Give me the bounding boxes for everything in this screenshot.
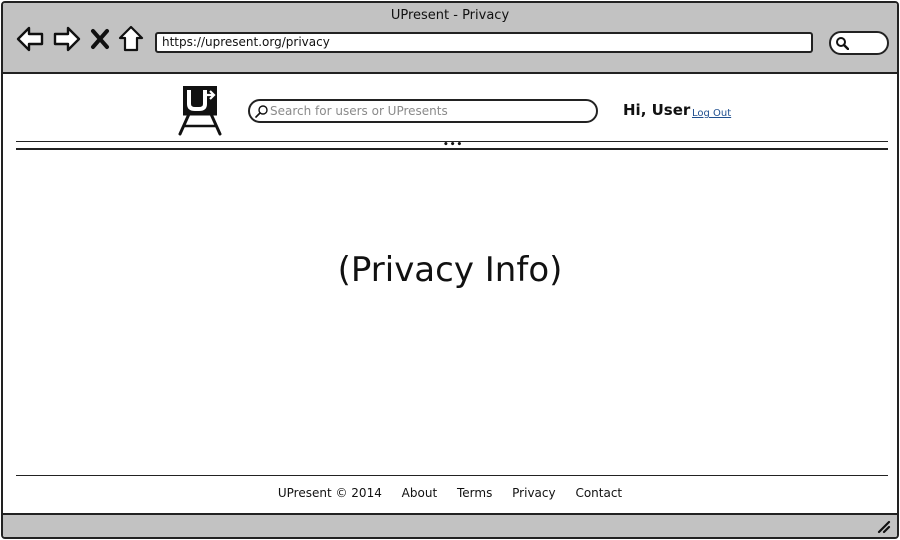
resize-grip-icon: [877, 520, 891, 534]
site-search-input[interactable]: [270, 102, 590, 120]
upresent-logo[interactable]: [175, 84, 225, 136]
resize-grip[interactable]: [877, 520, 891, 534]
home-icon: [118, 25, 144, 52]
header-divider-bottom: [16, 148, 888, 150]
close-x-icon: [91, 29, 109, 49]
footer-divider: [16, 475, 888, 476]
footer-link-terms[interactable]: Terms: [457, 486, 492, 500]
stop-button[interactable]: [88, 24, 112, 54]
footer-link-privacy[interactable]: Privacy: [512, 486, 555, 500]
address-bar[interactable]: https://upresent.org/privacy: [155, 32, 813, 53]
back-arrow-icon: [16, 26, 44, 52]
forward-arrow-icon: [53, 26, 81, 52]
logout-link[interactable]: Log Out: [692, 108, 731, 119]
footer-link-contact[interactable]: Contact: [575, 486, 622, 500]
browser-status-bar: [3, 513, 897, 537]
site-header: Hi, User Log Out •••: [3, 75, 897, 151]
back-button[interactable]: [15, 24, 45, 54]
privacy-info-text: (Privacy Info): [337, 250, 563, 290]
main-content: (Privacy Info): [3, 153, 897, 473]
browser-search-button[interactable]: [829, 31, 889, 55]
footer-link-about[interactable]: About: [402, 486, 437, 500]
home-button[interactable]: [117, 24, 145, 54]
footer-copyright: UPresent © 2014: [277, 486, 382, 500]
browser-window: UPresent - Privacy https://upresent.org/…: [1, 1, 899, 539]
browser-chrome: UPresent - Privacy https://upresent.org/…: [3, 3, 897, 74]
upresent-easel-logo-icon: [178, 86, 222, 136]
user-greeting: Hi, User: [623, 101, 691, 119]
magnifier-icon: [836, 37, 849, 50]
window-title: UPresent - Privacy: [390, 8, 510, 23]
site-footer: UPresent © 2014 About Terms Privacy Cont…: [3, 473, 897, 513]
forward-button[interactable]: [52, 24, 82, 54]
search-icon: [255, 105, 268, 118]
site-search-box[interactable]: [248, 99, 598, 123]
